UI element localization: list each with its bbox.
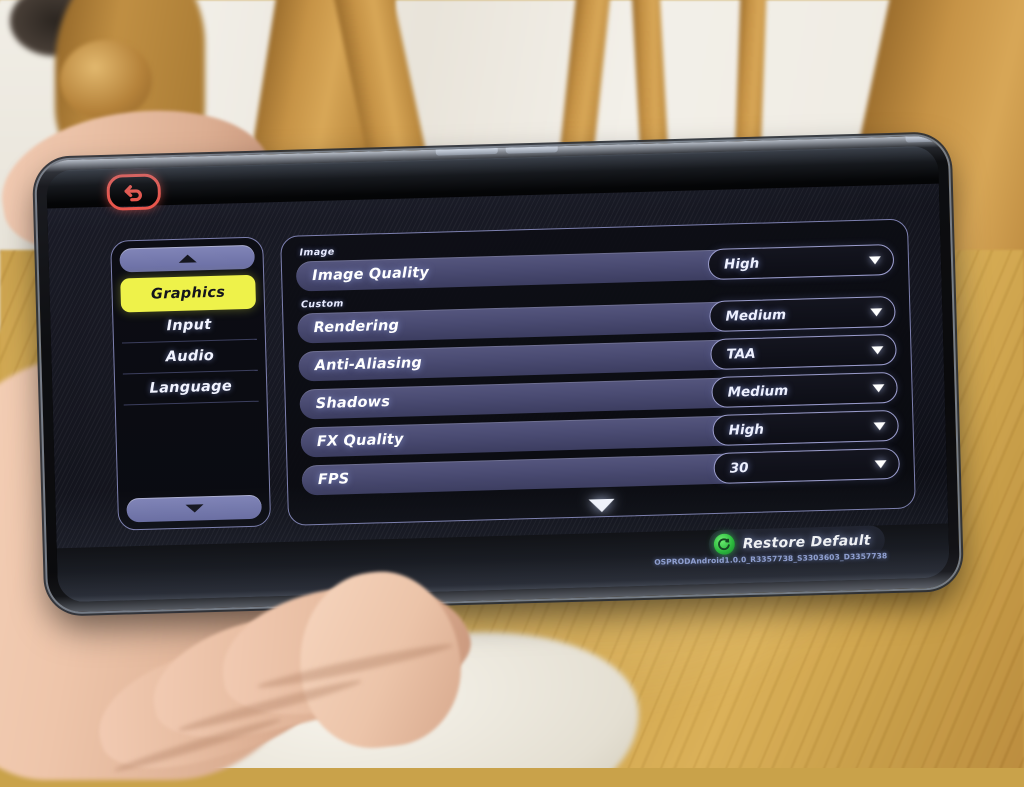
hand-fingers-foreground — [0, 0, 1024, 787]
